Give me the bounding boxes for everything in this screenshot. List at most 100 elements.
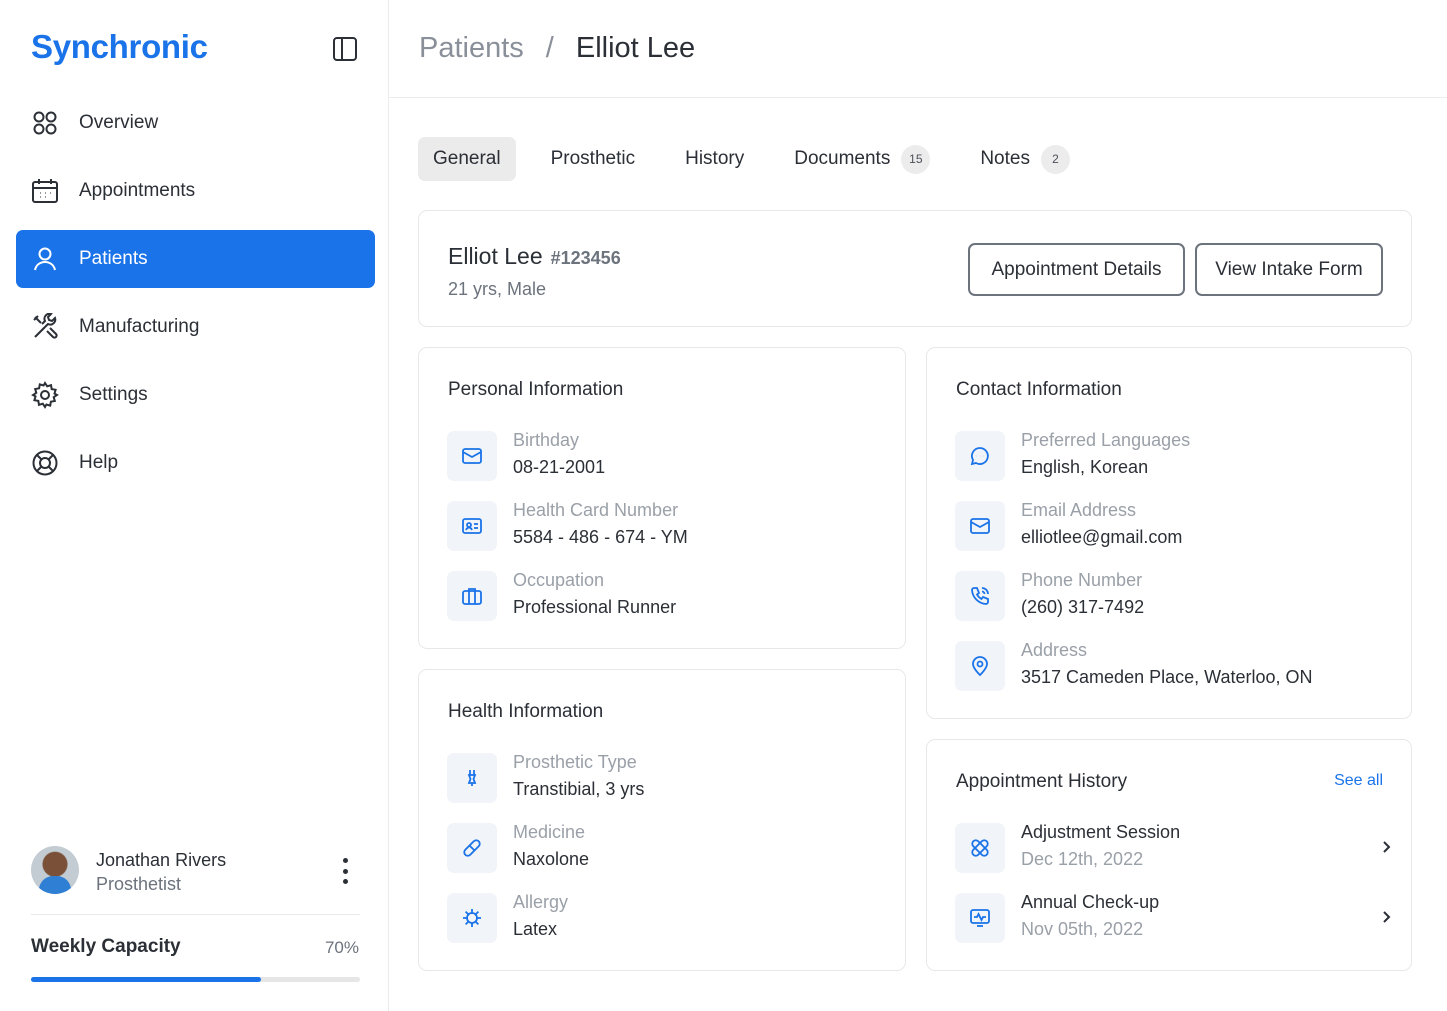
capacity-label: Weekly Capacity xyxy=(31,936,181,957)
avatar xyxy=(31,846,79,894)
appointment-row[interactable]: Annual Check-up Nov 05th, 2022 xyxy=(955,892,1395,944)
tab-label: General xyxy=(433,148,501,169)
sidebar-nav: Overview Appointments Patients Manufactu… xyxy=(16,94,375,502)
card-title: Personal Information xyxy=(448,379,624,400)
chevron-right-icon[interactable] xyxy=(1377,908,1395,926)
sidebar-item-settings[interactable]: Settings xyxy=(16,366,375,424)
info-label: Prosthetic Type xyxy=(513,752,637,772)
capacity-value: 70% xyxy=(324,938,359,957)
appointment-details-button[interactable]: Appointment Details xyxy=(968,243,1185,296)
location-icon xyxy=(955,641,1005,691)
appointment-row[interactable]: Adjustment Session Dec 12th, 2022 xyxy=(955,822,1395,874)
info-row-phone: Phone Number (260) 317-7492 xyxy=(955,570,1395,622)
page-header: Patients / Elliot Lee xyxy=(389,0,1447,98)
card-title: Appointment History xyxy=(956,771,1128,792)
sidebar-item-overview[interactable]: Overview xyxy=(16,94,375,152)
capacity-progress-bar xyxy=(31,977,360,982)
see-all-link[interactable]: See all xyxy=(1334,772,1383,790)
info-row-allergy: Allergy Latex xyxy=(447,892,887,944)
prosthetic-icon xyxy=(447,753,497,803)
pill-icon xyxy=(447,823,497,873)
id-card-icon xyxy=(447,501,497,551)
page-title: Elliot Lee xyxy=(575,32,696,64)
info-value: (260) 317-7492 xyxy=(1021,597,1145,617)
appointment-title: Annual Check-up xyxy=(1021,892,1160,912)
patient-name: Elliot Lee xyxy=(448,243,543,269)
briefcase-icon xyxy=(447,571,497,621)
appointment-history-card: Appointment History See all Adjustment S… xyxy=(926,739,1412,971)
more-options-icon[interactable] xyxy=(341,858,349,884)
sidebar-item-label: Manufacturing xyxy=(79,316,200,337)
sidebar-item-label: Appointments xyxy=(79,180,196,201)
info-value: 5584 - 486 - 674 - YM xyxy=(513,527,688,547)
sidebar-toggle-icon[interactable] xyxy=(332,36,358,62)
info-row-prosthetic-type: Prosthetic Type Transtibial, 3 yrs xyxy=(447,752,887,804)
gear-icon xyxy=(31,381,59,409)
sidebar-item-appointments[interactable]: Appointments xyxy=(16,162,375,220)
info-value: elliotlee@gmail.com xyxy=(1021,527,1183,547)
user-profile[interactable]: Jonathan Rivers Prosthetist xyxy=(31,846,361,896)
tab-label: Documents xyxy=(794,148,891,169)
personal-information-card: Personal Information Birthday 08-21-2001… xyxy=(418,347,906,649)
lifebuoy-icon xyxy=(31,449,59,477)
sidebar-item-label: Help xyxy=(79,452,119,473)
chevron-right-icon[interactable] xyxy=(1377,838,1395,856)
patient-summary-card: Elliot Lee #123456 21 yrs, Male Appointme… xyxy=(418,210,1412,327)
sidebar-item-help[interactable]: Help xyxy=(16,434,375,492)
tab-general[interactable]: General xyxy=(418,137,516,181)
tab-label: Prosthetic xyxy=(550,148,636,169)
bandage-icon xyxy=(955,823,1005,873)
capacity-progress-fill xyxy=(31,977,262,982)
info-row-health-card: Health Card Number 5584 - 486 - 674 - YM xyxy=(447,500,887,552)
tab-notes[interactable]: Notes 2 xyxy=(965,137,1085,181)
info-value: 3517 Cameden Place, Waterloo, ON xyxy=(1021,667,1313,687)
info-label: Birthday xyxy=(513,430,580,450)
info-row-medicine: Medicine Naxolone xyxy=(447,822,887,874)
view-intake-form-button[interactable]: View Intake Form xyxy=(1195,243,1383,296)
sidebar-item-label: Overview xyxy=(79,112,159,133)
user-icon xyxy=(31,245,59,273)
contact-information-card: Contact Information Preferred Languages … xyxy=(926,347,1412,719)
tools-icon xyxy=(31,313,59,341)
appointment-date: Nov 05th, 2022 xyxy=(1021,919,1144,939)
info-row-address: Address 3517 Cameden Place, Waterloo, ON xyxy=(955,640,1395,692)
sidebar-item-label: Patients xyxy=(79,248,148,269)
tab-label: Notes xyxy=(980,148,1030,169)
sidebar-item-patients[interactable]: Patients xyxy=(16,230,375,288)
patient-meta: 21 yrs, Male xyxy=(448,279,547,299)
info-label: Email Address xyxy=(1021,500,1137,520)
breadcrumb-separator: / xyxy=(545,32,554,64)
info-value: Latex xyxy=(513,919,558,939)
info-label: Allergy xyxy=(513,892,569,912)
tab-history[interactable]: History xyxy=(670,137,759,181)
breadcrumb-patients-link[interactable]: Patients xyxy=(419,32,524,65)
appointment-title: Adjustment Session xyxy=(1021,822,1181,842)
grid-icon xyxy=(31,109,59,137)
sidebar: Synchronic Overview Appointments Patient… xyxy=(0,0,389,1011)
info-row-email: Email Address elliotlee@gmail.com xyxy=(955,500,1395,552)
divider xyxy=(31,914,360,915)
tab-prosthetic[interactable]: Prosthetic xyxy=(536,137,650,181)
chat-icon xyxy=(955,431,1005,481)
user-name: Jonathan Rivers xyxy=(96,850,227,870)
info-label: Phone Number xyxy=(1021,570,1143,590)
virus-icon xyxy=(447,893,497,943)
info-value: English, Korean xyxy=(1021,457,1149,477)
mail-icon xyxy=(447,431,497,481)
card-title: Contact Information xyxy=(956,379,1122,400)
count-badge: 2 xyxy=(1040,144,1070,174)
patient-name-line: Elliot Lee #123456 xyxy=(448,243,621,270)
tab-documents[interactable]: Documents 15 xyxy=(779,137,945,181)
sidebar-item-manufacturing[interactable]: Manufacturing xyxy=(16,298,375,356)
tab-bar: General Prosthetic History Documents 15 N… xyxy=(418,137,1105,181)
calendar-icon xyxy=(31,177,59,205)
info-row-occupation: Occupation Professional Runner xyxy=(447,570,887,622)
appointment-date: Dec 12th, 2022 xyxy=(1021,849,1144,869)
info-label: Address xyxy=(1021,640,1088,660)
info-row-birthday: Birthday 08-21-2001 xyxy=(447,430,887,482)
info-value: 08-21-2001 xyxy=(513,457,606,477)
brand-logo[interactable]: Synchronic xyxy=(31,28,208,66)
phone-icon xyxy=(955,571,1005,621)
card-title: Health Information xyxy=(448,701,604,722)
health-information-card: Health Information Prosthetic Type Trans… xyxy=(418,669,906,971)
